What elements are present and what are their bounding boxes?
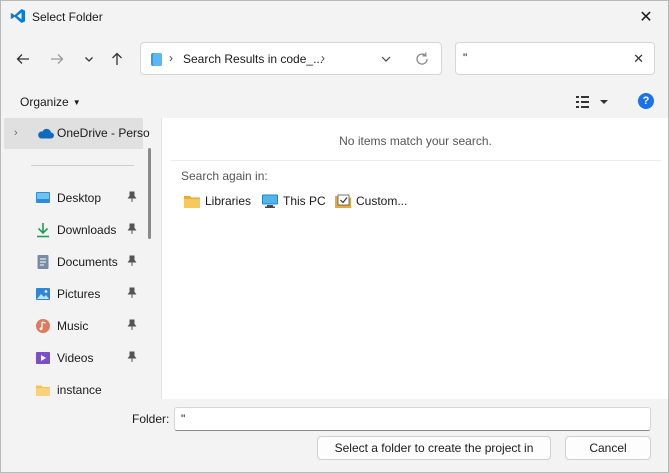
nav-item-music[interactable]: Music	[1, 312, 143, 340]
nav-item-label: Documents	[57, 255, 118, 269]
onedrive-cloud-icon	[38, 128, 54, 139]
refresh-icon[interactable]	[413, 50, 431, 68]
nav-item-label: Downloads	[57, 223, 117, 237]
arrow-left-icon	[16, 54, 29, 64]
organize-label: Organize	[20, 95, 69, 109]
search-value[interactable]: "	[463, 51, 467, 65]
pin-icon	[127, 287, 137, 298]
pin-icon	[127, 255, 137, 266]
folder-field-label: Folder:	[132, 412, 170, 426]
libraries-folder-icon	[184, 196, 200, 208]
address-dropdown-icon[interactable]	[379, 52, 393, 66]
breadcrumb-separator[interactable]: ›	[321, 51, 325, 65]
nav-item-label: Music	[57, 319, 89, 333]
search-again-label: Search again in:	[181, 169, 268, 183]
nav-divider	[31, 165, 134, 166]
help-button[interactable]: ?	[638, 93, 654, 109]
this-pc-icon	[262, 194, 278, 208]
search-input[interactable]: " ✕	[455, 42, 655, 75]
nav-item-label: instance	[57, 383, 102, 397]
navigation-pane: › OneDrive - Perso Desktop Downloads Doc…	[1, 118, 159, 399]
organize-button[interactable]: Organize ▼	[20, 95, 81, 109]
nav-item-videos[interactable]: Videos	[1, 344, 143, 372]
nav-item-instance[interactable]: instance	[1, 376, 143, 399]
expand-icon[interactable]: ›	[14, 127, 18, 139]
select-folder-dialog: Select Folder ✕ › Search Results in code…	[0, 0, 669, 473]
desktop-icon	[36, 192, 50, 203]
cancel-button[interactable]: Cancel	[565, 436, 651, 460]
empty-results-message: No items match your search.	[339, 134, 492, 148]
nav-item-label: OneDrive - Perso	[57, 126, 150, 140]
breadcrumb-path[interactable]: Search Results in code_...	[183, 52, 323, 66]
pin-icon	[127, 191, 137, 202]
search-again-link-label: Custom...	[356, 194, 408, 208]
pictures-icon	[36, 288, 50, 300]
pin-icon	[127, 351, 137, 362]
breadcrumb-separator[interactable]: ›	[169, 51, 173, 65]
nav-item-label: Videos	[57, 351, 94, 365]
arrow-right-icon	[51, 54, 64, 64]
custom-search-icon	[335, 194, 351, 208]
nav-item-pictures[interactable]: Pictures	[1, 280, 143, 308]
downloads-icon	[37, 223, 49, 238]
close-icon: ✕	[639, 9, 653, 26]
pin-icon	[127, 223, 137, 234]
nav-item-desktop[interactable]: Desktop	[1, 184, 143, 212]
select-folder-button[interactable]: Select a folder to create the project in	[317, 436, 551, 460]
nav-item-documents[interactable]: Documents	[1, 248, 143, 276]
recent-locations-button[interactable]	[77, 47, 101, 71]
search-again-this-pc-link[interactable]: This PC	[261, 191, 326, 211]
folder-name-field[interactable]: "	[174, 407, 651, 431]
search-folder-icon	[151, 53, 162, 66]
file-list-pane: No items match your search. Search again…	[161, 118, 668, 399]
navigation-row: › Search Results in code_... › " ✕	[1, 37, 668, 81]
videos-icon	[36, 352, 50, 364]
nav-pane-scrollbar[interactable]	[148, 148, 151, 239]
back-button[interactable]	[11, 47, 35, 71]
chevron-down-icon	[85, 57, 93, 62]
arrow-up-icon	[112, 52, 122, 65]
pin-icon	[127, 319, 137, 330]
nav-item-onedrive[interactable]: › OneDrive - Perso	[4, 118, 150, 149]
dialog-footer: Folder: " Select a folder to create the …	[1, 399, 668, 472]
nav-item-label: Desktop	[57, 191, 102, 205]
search-again-custom-link[interactable]: Custom...	[334, 191, 407, 211]
clear-search-icon[interactable]: ✕	[633, 51, 644, 67]
close-button[interactable]: ✕	[628, 1, 664, 33]
folder-name-value[interactable]: "	[181, 412, 185, 426]
help-icon: ?	[642, 95, 650, 107]
vscode-icon	[10, 9, 25, 23]
caret-down-icon: ▼	[72, 98, 81, 107]
title-bar: Select Folder ✕	[1, 1, 668, 33]
documents-icon	[37, 255, 49, 269]
search-again-libraries-link[interactable]: Libraries	[183, 191, 251, 211]
details-view-icon	[576, 96, 608, 108]
content-divider	[171, 160, 661, 161]
nav-item-downloads[interactable]: Downloads	[1, 216, 143, 244]
change-view-button[interactable]	[575, 93, 615, 111]
search-again-link-label: This PC	[283, 194, 326, 208]
music-icon	[36, 319, 50, 333]
search-again-link-label: Libraries	[205, 194, 252, 208]
up-button[interactable]	[105, 47, 129, 71]
nav-item-label: Pictures	[57, 287, 101, 301]
forward-button[interactable]	[45, 47, 69, 71]
command-bar: Organize ▼ ?	[1, 88, 668, 116]
address-bar[interactable]: › Search Results in code_... ›	[140, 42, 442, 75]
window-title: Select Folder	[32, 10, 103, 24]
folder-icon	[36, 385, 50, 396]
